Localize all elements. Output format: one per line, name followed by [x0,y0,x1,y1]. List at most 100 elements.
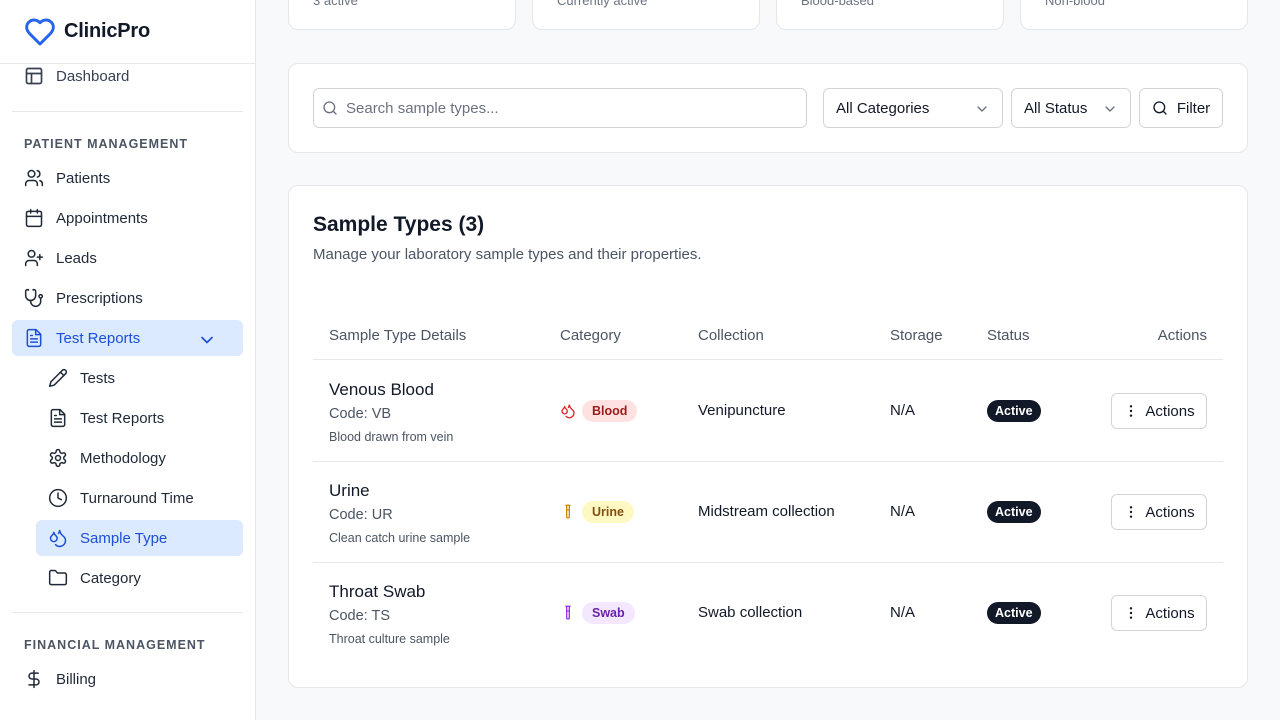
sidebar-item-appointments[interactable]: Appointments [12,200,243,236]
table-header: Sample Type Details Category Collection … [313,312,1223,360]
column-header: Collection [698,327,764,344]
sidebar-item-label: Category [80,569,141,587]
stat-subtext: Non-blood [1045,0,1105,8]
section-label-patient-management: PATIENT MANAGEMENT [24,137,189,151]
search-icon [323,101,337,115]
status-select[interactable]: All Status [1011,88,1131,128]
sidebar-subitem-sample-type[interactable]: Sample Type [36,520,243,556]
card-title: Sample Types (3) [313,213,485,236]
sidebar-item-label: Tests [80,369,116,387]
chevron-down-icon[interactable] [197,330,217,350]
actions-label: Actions [1145,604,1195,622]
category-select-value: All Categories [836,99,930,117]
sample-types-card: Sample Types (3) Manage your laboratory … [288,185,1248,688]
droplets-icon [561,404,575,419]
file-text-icon [50,408,66,428]
search-input[interactable] [346,89,796,127]
stat-subtext: 3 active [313,0,358,8]
brand[interactable]: ClinicPro [0,0,255,64]
sidebar-item-label: Test Reports [80,409,165,427]
status-badge: Active [987,400,1041,422]
sidebar-item-billing[interactable]: Billing [12,661,243,697]
actions-button[interactable]: Actions [1111,595,1207,631]
stat-card-active: Currently active [532,0,760,30]
more-vertical-icon [1130,405,1133,417]
sidebar-subitem-turnaround-time[interactable]: Turnaround Time [36,480,243,516]
column-header: Storage [890,327,943,344]
pencil-icon [48,368,68,388]
divider [12,111,243,112]
sidebar-item-label: Billing [56,670,97,688]
column-header: Status [987,327,1030,344]
storage-value: N/A [890,604,916,621]
grid-icon [25,67,43,85]
actions-button[interactable]: Actions [1111,393,1207,429]
main-content: 3 active Currently active Blood-based No… [256,0,1280,720]
search-box[interactable] [313,88,807,128]
sidebar-subitem-category[interactable]: Category [36,560,243,596]
sample-name: Urine [329,481,370,500]
sidebar-item-test-reports[interactable]: Test Reports [12,320,243,356]
category-badge: Swab [582,602,635,624]
sidebar-item-label: Appointments [56,209,148,227]
stat-card-non-blood: Non-blood [1020,0,1248,30]
more-vertical-icon [1130,506,1133,518]
droplets-icon [49,529,67,548]
sidebar-subitem-test-reports[interactable]: Test Reports [36,400,243,436]
filter-button-label: Filter [1176,99,1211,117]
sample-code: Code: TS [329,608,390,624]
filter-button[interactable]: Filter [1139,88,1223,128]
category-badge: Urine [582,501,634,523]
sidebar-subitem-tests[interactable]: Tests [36,360,243,396]
heart-icon [25,18,55,45]
column-header: Sample Type Details [329,327,467,344]
collection-method: Midstream collection [698,503,835,520]
sidebar-item-prescriptions[interactable]: Prescriptions [12,280,243,316]
sidebar-item-label: Methodology [80,449,166,467]
section-label-financial-management: FINANCIAL MANAGEMENT [24,638,206,652]
file-text-icon [26,328,42,348]
status-badge: Active [987,602,1041,624]
sidebar-subitem-methodology[interactable]: Methodology [36,440,243,476]
category-cell: Swab [560,602,635,624]
actions-label: Actions [1145,503,1195,521]
gear-icon [49,448,67,468]
more-vertical-icon [1130,607,1133,619]
stat-subtext: Blood-based [801,0,874,8]
category-cell: Urine [560,501,634,523]
storage-value: N/A [890,503,916,520]
sidebar-item-dashboard[interactable]: Dashboard [24,60,129,92]
sidebar-item-label: Patients [56,169,111,187]
sidebar-item-leads[interactable]: Leads [12,240,243,276]
folder-icon [48,569,68,586]
sidebar-item-label: Leads [56,249,97,267]
clock-icon [48,488,68,508]
sidebar-item-patients[interactable]: Patients [12,160,243,196]
sample-code: Code: UR [329,507,393,523]
sample-code: Code: VB [329,406,392,422]
stat-card-total: 3 active [288,0,516,30]
chevron-down-icon [977,106,987,112]
table-row: Urine Code: UR Clean catch urine sample … [313,462,1223,563]
sidebar-item-label: Sample Type [80,529,168,547]
test-tube-icon [565,504,571,519]
column-header: Category [560,327,621,344]
category-cell: Blood [560,400,638,422]
card-subtitle: Manage your laboratory sample types and … [313,246,702,263]
storage-value: N/A [890,402,916,419]
test-tube-icon [565,605,571,620]
sidebar-item-label: Turnaround Time [80,489,194,507]
sample-name: Venous Blood [329,380,434,399]
category-select[interactable]: All Categories [823,88,1003,128]
status-select-value: All Status [1024,99,1088,117]
status-badge: Active [987,501,1041,523]
divider [12,612,243,613]
sample-description: Clean catch urine sample [329,531,471,545]
sample-description: Blood drawn from vein [329,430,454,444]
actions-label: Actions [1145,402,1195,420]
actions-button[interactable]: Actions [1111,494,1207,530]
search-icon [1153,101,1167,115]
category-badge: Blood [582,400,638,422]
sidebar: Dashboard ClinicPro PATIENT MANAGEMENT P… [0,0,256,720]
filter-card: All Categories All Status Filter [288,63,1248,153]
